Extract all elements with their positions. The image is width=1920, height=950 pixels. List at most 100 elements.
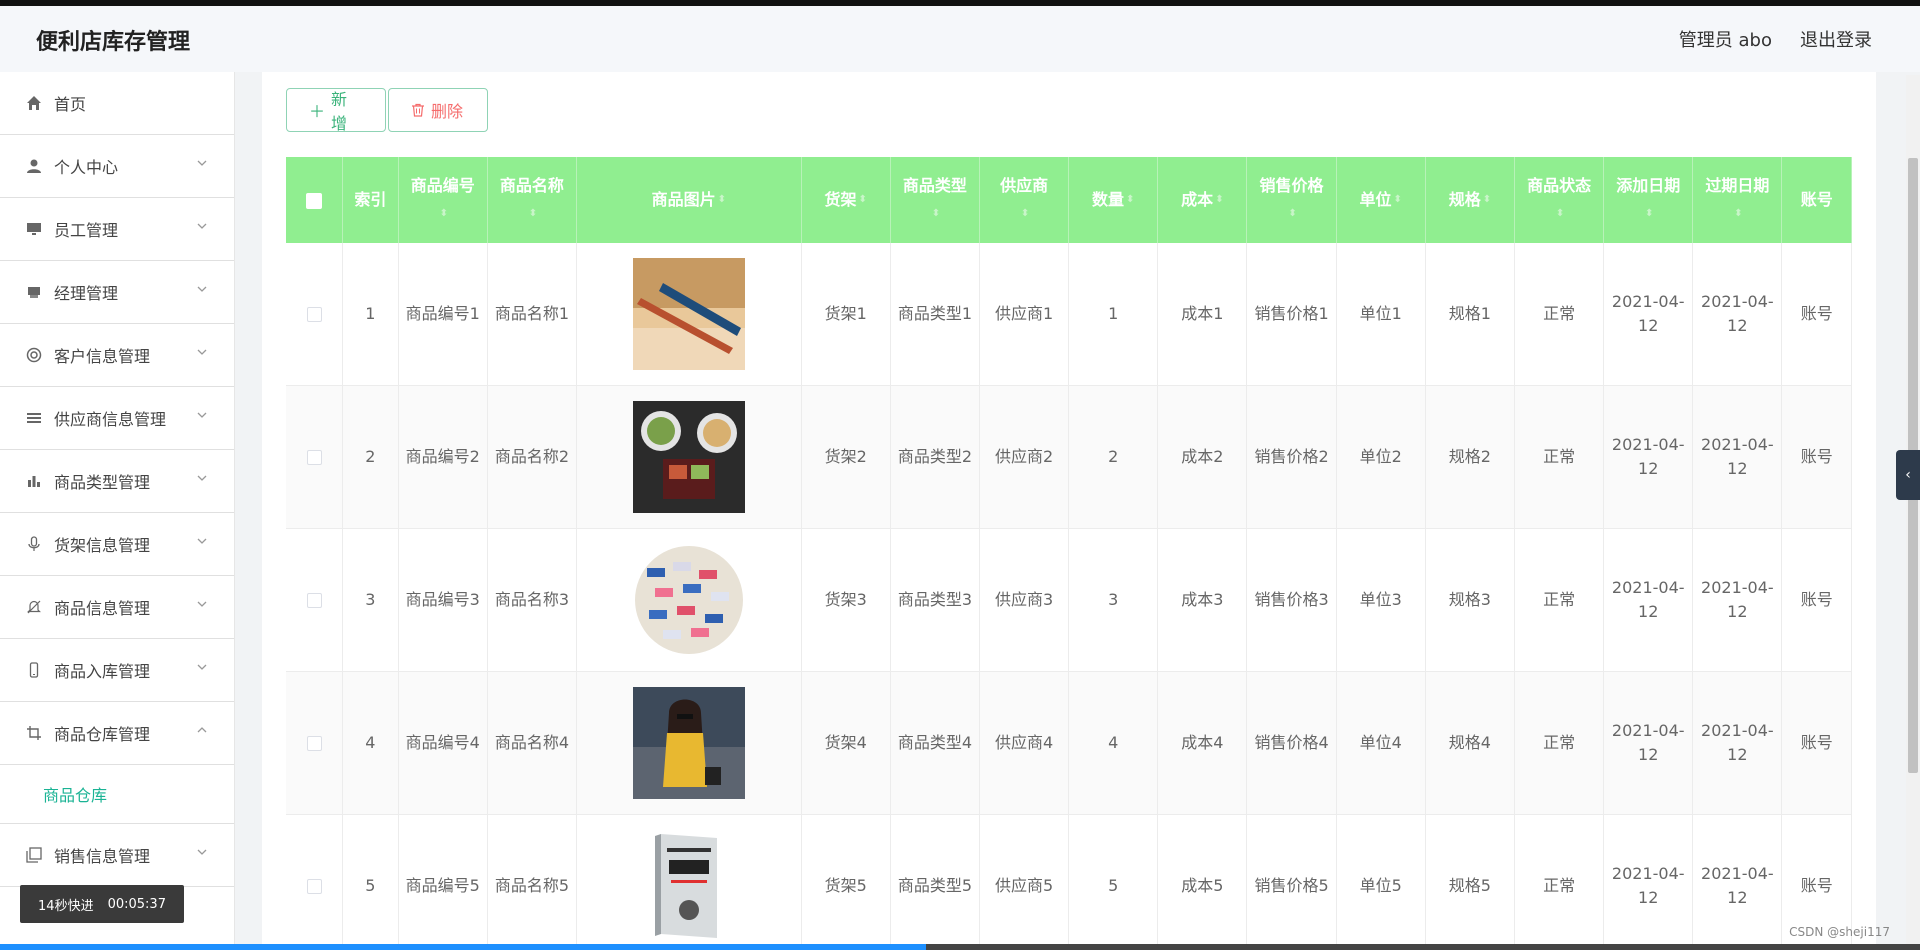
- sort-icon[interactable]: ⬍: [529, 200, 537, 228]
- sort-icon[interactable]: ⬍: [440, 200, 448, 228]
- chevron-down-icon: [197, 475, 207, 481]
- sort-icon[interactable]: ⬍: [932, 200, 940, 228]
- sidebar-subitem-warehouse[interactable]: 商品仓库: [0, 765, 234, 824]
- add-button[interactable]: ＋ 新增: [286, 88, 386, 133]
- cell-image: [576, 814, 802, 950]
- cell-index: 2: [342, 385, 399, 529]
- sidebar-item-shelf[interactable]: 货架信息管理: [0, 513, 234, 576]
- home-icon: [24, 93, 44, 113]
- cell-shelf: 货架1: [801, 243, 891, 386]
- trash-icon: [412, 103, 424, 117]
- cell-status: 正常: [1514, 243, 1605, 386]
- cell-image: [576, 528, 802, 672]
- select-all-cell[interactable]: [286, 157, 344, 243]
- sort-icon[interactable]: ⬍: [1288, 200, 1296, 228]
- row-select-cell[interactable]: [286, 243, 344, 386]
- monitor-icon: [24, 219, 44, 239]
- cell-account: 账号: [1781, 671, 1852, 815]
- sidebar-item-profile[interactable]: 个人中心: [0, 135, 234, 198]
- sort-icon[interactable]: ⬍: [718, 186, 726, 214]
- sidebar-item-product-type[interactable]: 商品类型管理: [0, 450, 234, 513]
- sidebar-item-label: 销售信息管理: [54, 847, 151, 866]
- cell-supplier: 供应商4: [979, 671, 1070, 815]
- cell-added: 2021-04-12: [1603, 814, 1694, 950]
- cell-qty: 5: [1068, 814, 1159, 950]
- column-header-added[interactable]: 添加日期 ⬍: [1603, 157, 1694, 243]
- crop-icon: [24, 723, 44, 743]
- row-checkbox[interactable]: [306, 879, 322, 894]
- cell-code: 商品编号5: [398, 814, 488, 950]
- column-header-image[interactable]: 商品图片 ⬍: [576, 157, 802, 243]
- printer-icon: [24, 282, 44, 302]
- sidebar-item-label: 首页: [54, 95, 87, 114]
- sidebar-item-product-info[interactable]: 商品信息管理: [0, 576, 234, 639]
- sidebar-item-customer[interactable]: 客户信息管理: [0, 324, 234, 387]
- collapse-panel-tab[interactable]: ‹: [1896, 450, 1920, 500]
- sort-icon[interactable]: ⬍: [1556, 200, 1564, 228]
- cell-shelf: 货架2: [801, 385, 891, 529]
- bar-chart-icon: [24, 471, 44, 491]
- sort-icon[interactable]: ⬍: [1021, 200, 1029, 228]
- main-content: ＋ 新增 删除 索引 商品编号 ⬍ 商品名称 ⬍ 商品图片 ⬍ 货架 ⬍ 商品类…: [262, 72, 1876, 950]
- sort-icon[interactable]: ⬍: [1215, 186, 1223, 214]
- column-header-price[interactable]: 销售价格 ⬍: [1246, 157, 1337, 243]
- video-progress-bar[interactable]: [0, 944, 1920, 950]
- column-header-name[interactable]: 商品名称 ⬍: [487, 157, 578, 243]
- sidebar-item-sales[interactable]: 销售信息管理: [0, 824, 234, 887]
- row-checkbox[interactable]: [306, 307, 322, 322]
- sidebar-item-supplier[interactable]: 供应商信息管理: [0, 387, 234, 450]
- bell-off-icon: [24, 597, 44, 617]
- cell-spec: 规格5: [1425, 814, 1515, 950]
- row-checkbox[interactable]: [306, 736, 322, 751]
- sidebar-item-employee[interactable]: 员工管理: [0, 198, 234, 261]
- cell-supplier: 供应商1: [979, 243, 1070, 386]
- column-header-shelf[interactable]: 货架 ⬍: [801, 157, 891, 243]
- fast-forward-label: 14秒快进: [38, 898, 94, 914]
- sort-icon[interactable]: ⬍: [1394, 186, 1402, 214]
- cell-name: 商品名称4: [487, 671, 578, 815]
- table-row[interactable]: 2 商品编号2 商品名称2 货架2 商品类型2 供应商2 2 成本2 销售价格2…: [286, 385, 1852, 529]
- sidebar-item-manager[interactable]: 经理管理: [0, 261, 234, 324]
- column-header-type[interactable]: 商品类型 ⬍: [890, 157, 981, 243]
- table-row[interactable]: 3 商品编号3 商品名称3 货架3 商品类型3 供应商3 3 成本3 销售价格3…: [286, 528, 1852, 672]
- chevron-down-icon: [197, 223, 207, 229]
- sort-icon[interactable]: ⬍: [859, 186, 867, 214]
- sort-icon[interactable]: ⬍: [1126, 186, 1134, 214]
- sidebar-item-warehouse[interactable]: 商品仓库管理: [0, 702, 234, 765]
- cell-supplier: 供应商2: [979, 385, 1070, 529]
- table-row[interactable]: 1 商品编号1 商品名称1 货架1 商品类型1 供应商1 1 成本1 销售价格1: [286, 243, 1852, 386]
- select-all-checkbox[interactable]: [306, 192, 323, 209]
- column-header-qty[interactable]: 数量 ⬍: [1068, 157, 1159, 243]
- row-select-cell[interactable]: [286, 814, 344, 950]
- cell-qty: 1: [1068, 243, 1159, 386]
- delete-button[interactable]: 删除: [388, 88, 488, 132]
- sort-icon[interactable]: ⬍: [1734, 200, 1742, 228]
- column-header-status[interactable]: 商品状态 ⬍: [1514, 157, 1605, 243]
- column-header-supplier[interactable]: 供应商 ⬍: [979, 157, 1070, 243]
- row-checkbox[interactable]: [306, 450, 322, 465]
- cell-cost: 成本3: [1157, 528, 1248, 672]
- chevron-down-icon: [197, 412, 207, 418]
- row-select-cell[interactable]: [286, 385, 344, 529]
- sidebar-item-home[interactable]: 首页: [0, 72, 234, 135]
- row-select-cell[interactable]: [286, 671, 344, 815]
- column-header-cost[interactable]: 成本 ⬍: [1157, 157, 1248, 243]
- column-header-code[interactable]: 商品编号 ⬍: [398, 157, 488, 243]
- column-header-unit[interactable]: 单位 ⬍: [1336, 157, 1426, 243]
- cell-code: 商品编号4: [398, 671, 488, 815]
- sort-icon[interactable]: ⬍: [1645, 200, 1653, 228]
- sidebar-item-stock-in[interactable]: 商品入库管理: [0, 639, 234, 702]
- cell-shelf: 货架5: [801, 814, 891, 950]
- column-header-expire[interactable]: 过期日期 ⬍: [1692, 157, 1783, 243]
- logout-link[interactable]: 退出登录: [1800, 26, 1872, 52]
- table-row[interactable]: 5 商品编号5 商品名称5 货架5 商品类型5 供应商5 5 成本5 销售价格5…: [286, 814, 1852, 950]
- column-header-index: 索引: [342, 157, 399, 243]
- table-header-row: 索引 商品编号 ⬍ 商品名称 ⬍ 商品图片 ⬍ 货架 ⬍ 商品类型 ⬍ 供应商 ⬍ 数量 ⬍ …: [286, 157, 1852, 243]
- cell-supplier: 供应商5: [979, 814, 1070, 950]
- row-select-cell[interactable]: [286, 528, 344, 672]
- sort-icon[interactable]: ⬍: [1483, 186, 1491, 214]
- table-row[interactable]: 4 商品编号4 商品名称4 货架4 商品类型4 供应商4 4 成本4 销售价格4…: [286, 671, 1852, 815]
- column-header-account[interactable]: 账号: [1781, 157, 1852, 243]
- column-header-spec[interactable]: 规格 ⬍: [1425, 157, 1515, 243]
- row-checkbox[interactable]: [306, 593, 322, 608]
